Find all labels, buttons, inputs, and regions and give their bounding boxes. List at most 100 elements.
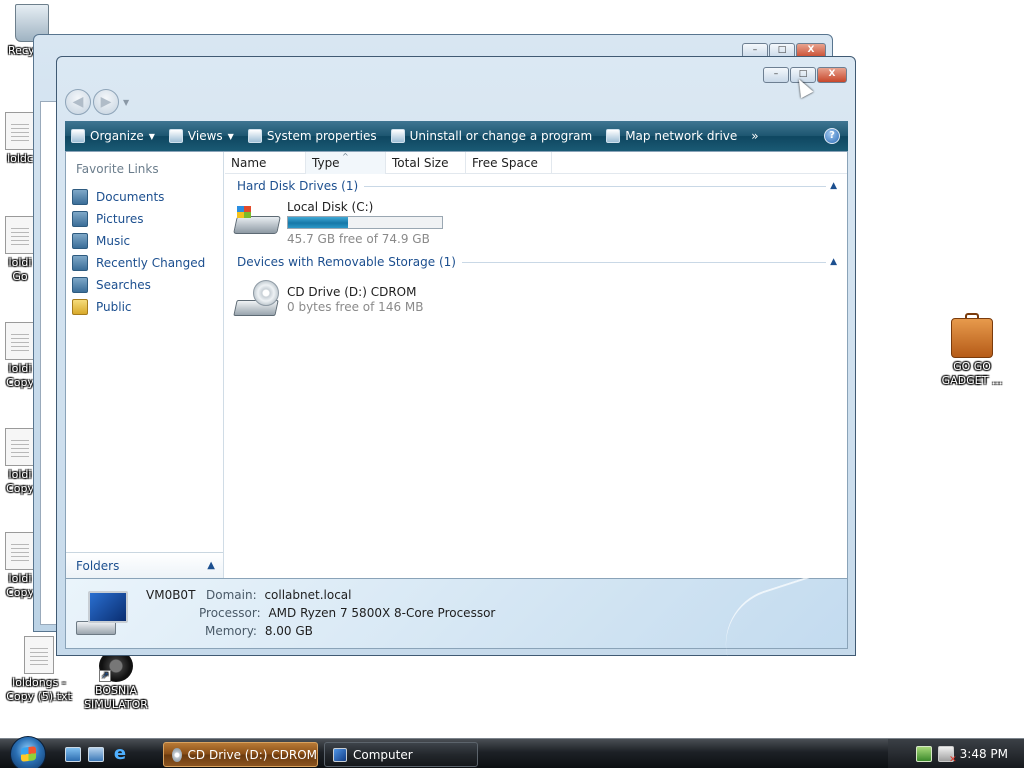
favorite-link-music[interactable]: Music <box>72 230 205 252</box>
chevron-up-icon[interactable]: ▲ <box>830 181 837 191</box>
back-arrow-icon: ◀ <box>72 94 84 110</box>
uninstall-program-label: Uninstall or change a program <box>409 129 593 143</box>
system-properties-button[interactable]: System properties <box>247 129 377 143</box>
music-icon <box>72 233 88 249</box>
recent-pages-chevron-icon[interactable]: ▼ <box>123 98 129 107</box>
sort-ascending-icon: ^ <box>342 152 349 161</box>
minimize-button[interactable]: – <box>763 67 789 83</box>
group-divider <box>461 261 827 263</box>
chevron-down-icon: ▼ <box>227 131 234 141</box>
drive-info: CD Drive (D:) CDROM 0 bytes free of 146 … <box>287 278 423 320</box>
computer-base-icon <box>76 621 116 635</box>
clock[interactable]: 3:48 PM <box>960 747 1008 761</box>
taskbar-button-cd-drive[interactable]: CD Drive (D:) CDROM <box>163 742 318 767</box>
computer-window: – □ X ◀ ▶ ▼ Organize ▼ Views ▼ System pr… <box>56 56 856 662</box>
detail-value: collabnet.local <box>264 588 352 602</box>
column-header-name[interactable]: Name <box>225 152 306 174</box>
volume-muted-icon[interactable] <box>937 746 957 765</box>
network-drive-icon <box>606 129 621 143</box>
favorite-link-public[interactable]: Public <box>72 296 205 318</box>
taskbar-button-label: CD Drive (D:) CDROM <box>187 747 317 762</box>
show-desktop-icon[interactable] <box>65 747 81 762</box>
toolbar-overflow-button[interactable]: » <box>751 129 758 143</box>
text-file-icon <box>5 216 35 254</box>
favorite-link-label: Pictures <box>96 212 144 226</box>
favorite-link-documents[interactable]: Documents <box>72 186 205 208</box>
column-header-type-label: Type <box>312 156 340 170</box>
drive-item-cd-drive[interactable]: CD Drive (D:) CDROM 0 bytes free of 146 … <box>233 278 423 320</box>
taskbar: e CD Drive (D:) CDROM Computer 3:48 PM <box>0 736 1024 768</box>
column-header-total-size[interactable]: Total Size <box>386 152 466 174</box>
group-divider <box>364 185 827 187</box>
text-file-icon <box>5 428 35 466</box>
desktop-icon-briefcase[interactable]: GO GO GADGET ... <box>936 313 1008 388</box>
group-header-hard-disk-drives[interactable]: Hard Disk Drives (1) ▲ <box>237 177 837 195</box>
internet-explorer-icon[interactable]: e <box>111 745 129 763</box>
forward-button[interactable]: ▶ <box>93 89 119 115</box>
computer-name: VM0B0T <box>146 588 196 602</box>
favorite-link-recently-changed[interactable]: Recently Changed <box>72 252 205 274</box>
favorite-link-label: Searches <box>96 278 151 292</box>
column-header-free-space[interactable]: Free Space <box>466 152 552 174</box>
favorite-link-label: Recently Changed <box>96 256 206 270</box>
desktop-icon-label: BOSNIA SIMULATOR <box>84 684 148 711</box>
taskbar-button-computer[interactable]: Computer <box>324 742 478 767</box>
briefcase-icon <box>951 313 993 358</box>
command-bar: Organize ▼ Views ▼ System properties Uni… <box>65 121 848 151</box>
uninstall-program-button[interactable]: Uninstall or change a program <box>390 129 593 143</box>
organize-label: Organize <box>90 129 144 143</box>
organize-button[interactable]: Organize ▼ <box>71 129 155 143</box>
favorite-link-pictures[interactable]: Pictures <box>72 208 205 230</box>
favorite-link-label: Documents <box>96 190 165 204</box>
favorite-links-list: Documents Pictures Music Recently Change… <box>72 186 205 318</box>
folders-toggle[interactable]: Folders ▲ <box>66 552 223 578</box>
map-network-drive-button[interactable]: Map network drive <box>606 129 737 143</box>
detail-domain: Domain: collabnet.local <box>206 588 351 602</box>
chevron-up-icon[interactable]: ▲ <box>830 257 837 267</box>
switch-windows-icon[interactable] <box>88 747 104 762</box>
organize-icon <box>71 129 85 143</box>
text-file-icon <box>5 322 35 360</box>
forward-arrow-icon: ▶ <box>100 94 112 110</box>
favorite-link-label: Public <box>96 300 132 314</box>
windows-logo-icon <box>237 206 251 218</box>
detail-value: 8.00 GB <box>264 624 313 638</box>
drive-usage-bar <box>287 216 443 229</box>
desktop-icon-label: GO GO GADGET ... <box>941 360 1003 387</box>
desktop-icon-label: loldongs - Copy (5).txt <box>6 676 72 703</box>
text-file-icon <box>24 636 54 674</box>
drive-item-local-disk[interactable]: Local Disk (C:) 45.7 GB free of 74.9 GB <box>233 200 443 247</box>
pictures-icon <box>72 211 88 227</box>
group-label: Devices with Removable Storage (1) <box>237 255 456 269</box>
decorative-swoosh <box>711 570 843 662</box>
searches-icon <box>72 277 88 293</box>
group-label: Hard Disk Drives (1) <box>237 179 359 193</box>
hard-drive-body-icon <box>233 216 281 234</box>
notification-area: 3:48 PM <box>888 739 1024 768</box>
favorite-link-searches[interactable]: Searches <box>72 274 205 296</box>
detail-label: Memory: <box>205 624 257 638</box>
drive-name: CD Drive (D:) CDROM <box>287 285 417 299</box>
drive-free-space: 0 bytes free of 146 MB <box>287 300 424 314</box>
desktop-icon-shortcut[interactable]: ↗ BOSNIA SIMULATOR <box>80 650 152 712</box>
views-button[interactable]: Views ▼ <box>168 129 234 143</box>
folders-label: Folders <box>76 558 120 573</box>
network-icon[interactable] <box>915 746 932 762</box>
views-icon <box>168 129 183 143</box>
group-header-removable-storage[interactable]: Devices with Removable Storage (1) ▲ <box>237 253 837 271</box>
help-button[interactable]: ? <box>824 128 840 144</box>
hard-drive-icon <box>233 200 281 242</box>
detail-processor: Processor: AMD Ryzen 7 5800X 8-Core Proc… <box>199 606 495 620</box>
views-label: Views <box>187 129 223 143</box>
start-button[interactable] <box>10 736 46 768</box>
detail-memory: Memory: 8.00 GB <box>205 624 313 638</box>
column-header-type[interactable]: Type ^ <box>306 152 386 174</box>
detail-label: Domain: <box>206 588 257 602</box>
close-button[interactable]: X <box>817 67 847 83</box>
briefcase-handle-icon <box>965 313 979 319</box>
file-list-pane: Name Type ^ Total Size Free Space Hard D… <box>225 152 847 578</box>
drive-name: Local Disk (C:) <box>287 200 374 214</box>
cd-drive-icon <box>172 747 182 762</box>
drive-info: Local Disk (C:) 45.7 GB free of 74.9 GB <box>287 200 443 247</box>
back-button[interactable]: ◀ <box>65 89 91 115</box>
